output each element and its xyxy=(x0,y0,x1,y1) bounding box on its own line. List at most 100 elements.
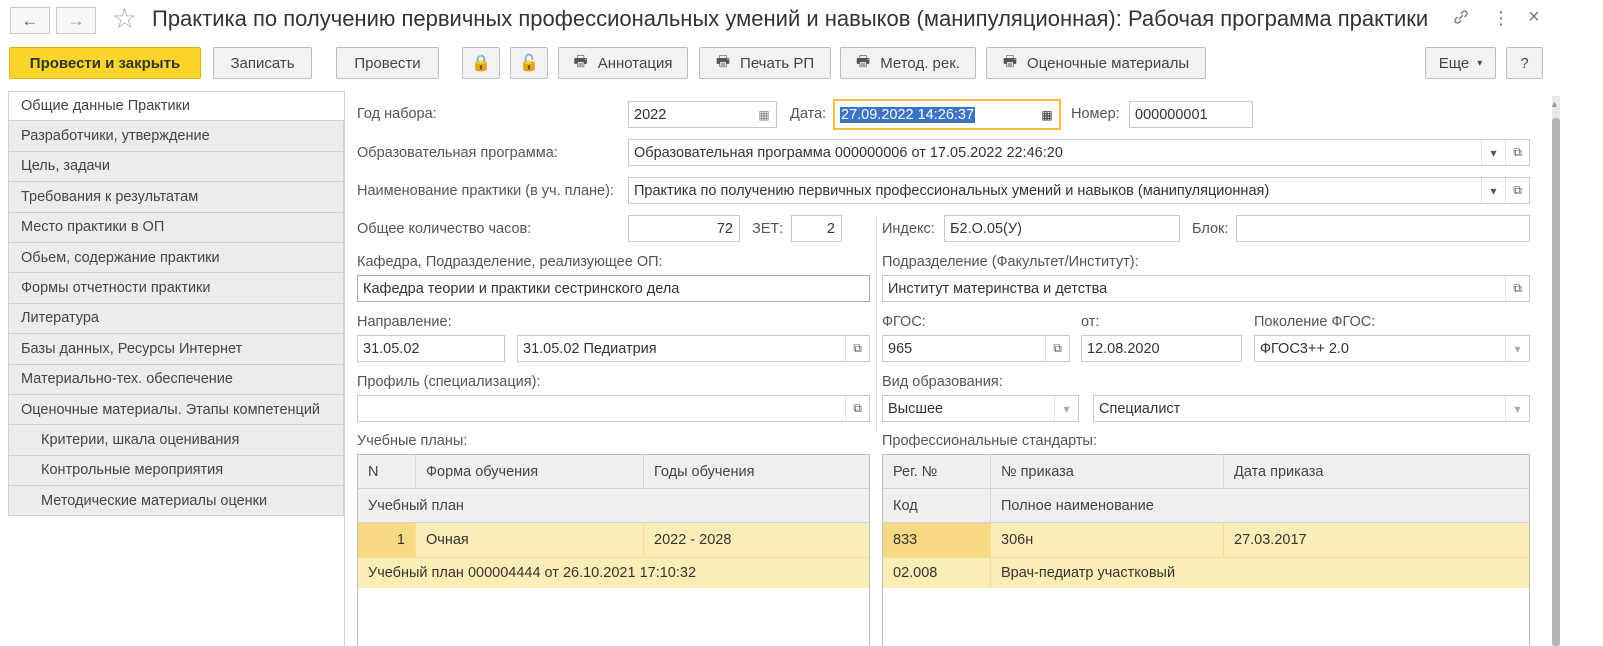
date-field[interactable]: 27.09.2022 14:26:37 ▦ xyxy=(833,99,1061,130)
sidebar-item-criteria[interactable]: Критерии, шкала оценивания xyxy=(8,425,344,456)
program-field[interactable]: Образовательная программа 000000006 от 1… xyxy=(628,139,1530,166)
sidebar-item-developers[interactable]: Разработчики, утверждение xyxy=(8,121,344,152)
assessment-materials-button[interactable]: 🖶 Оценочные материалы xyxy=(986,47,1206,79)
sidebar-item-control[interactable]: Контрольные мероприятия xyxy=(8,455,344,487)
direction-code-field[interactable]: 31.05.02 xyxy=(357,335,505,362)
year-label: Год набора: xyxy=(357,106,437,122)
zet-field[interactable]: 2 xyxy=(791,215,842,242)
close-icon[interactable]: × xyxy=(1528,6,1540,29)
chevron-down-icon[interactable]: ▾ xyxy=(1481,178,1505,203)
sidebar-item-volume[interactable]: Обьем, содержание практики xyxy=(8,242,344,274)
open-icon[interactable]: ⧉ xyxy=(1505,276,1529,301)
chevron-down-icon[interactable]: ▾ xyxy=(1505,396,1529,421)
direction-name-field[interactable]: 31.05.02 Педиатрия ⧉ xyxy=(517,335,870,362)
profile-field[interactable]: ⧉ xyxy=(357,395,870,422)
table-row[interactable]: 1 Очная 2022 - 2028 xyxy=(358,523,869,558)
edu-level-field[interactable]: Специалист ▾ xyxy=(1093,395,1530,422)
forward-button[interactable]: → xyxy=(56,7,96,34)
print-rp-label: Печать РП xyxy=(740,54,815,72)
column-header[interactable]: Годы обучения xyxy=(644,455,869,488)
division-field[interactable]: Институт материнства и детства ⧉ xyxy=(882,275,1530,302)
lock-button[interactable]: 🔒 xyxy=(462,47,500,79)
open-icon[interactable]: ⧉ xyxy=(1505,140,1529,165)
sidebar-item-reporting[interactable]: Формы отчетности практики xyxy=(8,273,344,304)
table-row[interactable]: 02.008 Врач-педиатр участковый xyxy=(883,558,1529,588)
number-field[interactable]: 000000001 xyxy=(1129,101,1253,128)
table-cell: 27.03.2017 xyxy=(1234,532,1307,548)
calendar-icon[interactable]: ▦ xyxy=(1035,101,1059,128)
more-label: Еще xyxy=(1438,54,1470,72)
hours-field[interactable]: 72 xyxy=(628,215,740,242)
fgos-field[interactable]: 965 ⧉ xyxy=(882,335,1070,362)
favorite-star-icon[interactable]: ☆ xyxy=(112,2,137,35)
more-button[interactable]: Еще ▾ xyxy=(1425,47,1496,79)
direction-label: Направление: xyxy=(357,314,452,330)
sidebar: Общие данные Практики Разработчики, утве… xyxy=(8,91,344,517)
post-button[interactable]: Провести xyxy=(336,47,439,79)
save-button[interactable]: Записать xyxy=(213,47,312,79)
sidebar-item-requirements[interactable]: Требования к результатам xyxy=(8,182,344,213)
year-field[interactable]: 2022 ▦ xyxy=(628,101,777,128)
column-header[interactable]: Дата приказа xyxy=(1224,455,1529,488)
column-header[interactable]: Рег. № xyxy=(883,455,991,488)
column-separator xyxy=(876,216,877,431)
open-icon[interactable]: ⧉ xyxy=(845,396,869,421)
help-button[interactable]: ? xyxy=(1506,47,1543,79)
table-cell: 1 xyxy=(358,523,416,557)
fgos-gen-field[interactable]: ФГОС3++ 2.0 ▾ xyxy=(1254,335,1530,362)
fgos-gen-value: ФГОС3++ 2.0 xyxy=(1260,340,1349,357)
printer-icon: 🖶 xyxy=(573,52,588,70)
table-header: Рег. № № приказа Дата приказа xyxy=(883,455,1529,489)
sidebar-item-literature[interactable]: Литература xyxy=(8,303,344,335)
dept-field[interactable]: Кафедра теории и практики сестринского д… xyxy=(357,275,870,302)
study-plans-table[interactable]: N Форма обучения Годы обучения Учебный п… xyxy=(357,454,870,646)
sidebar-item-method-materials[interactable]: Методические материалы оценки xyxy=(8,486,344,517)
edu-level-value: Специалист xyxy=(1099,400,1181,417)
window-title: Практика по получению первичных професси… xyxy=(152,6,1429,31)
open-icon[interactable]: ⧉ xyxy=(1505,178,1529,203)
post-and-close-button[interactable]: Провести и закрыть xyxy=(9,47,201,79)
open-icon[interactable]: ⧉ xyxy=(1045,336,1069,361)
table-row[interactable]: Учебный план 000004444 от 26.10.2021 17:… xyxy=(358,558,869,588)
vertical-scrollbar[interactable] xyxy=(1552,96,1560,646)
open-icon[interactable]: ⧉ xyxy=(845,336,869,361)
table-subheader: Учебный план xyxy=(358,489,869,523)
prof-standards-table[interactable]: Рег. № № приказа Дата приказа Код Полное… xyxy=(882,454,1530,646)
sidebar-item-databases[interactable]: Базы данных, Ресурсы Интернет xyxy=(8,334,344,365)
more-vertical-icon[interactable]: ⋮ xyxy=(1492,8,1510,29)
table-row[interactable]: 833 306н 27.03.2017 xyxy=(883,523,1529,558)
chevron-down-icon[interactable]: ▾ xyxy=(1481,140,1505,165)
index-field[interactable]: Б2.О.05(У) xyxy=(944,215,1180,242)
from-field[interactable]: 12.08.2020 xyxy=(1081,335,1242,362)
sidebar-item-assessment[interactable]: Оценочные материалы. Этапы компетенций xyxy=(8,394,344,426)
column-header[interactable]: Учебный план xyxy=(358,489,869,522)
scrollbar-thumb[interactable] xyxy=(1552,118,1560,646)
sidebar-item-goals[interactable]: Цель, задачи xyxy=(8,151,344,183)
number-label: Номер: xyxy=(1071,106,1120,122)
chevron-down-icon[interactable]: ▾ xyxy=(1505,336,1529,361)
column-header[interactable]: N xyxy=(358,455,416,488)
scroll-up-icon[interactable]: ▲ xyxy=(1550,99,1559,109)
sidebar-item-general[interactable]: Общие данные Практики xyxy=(8,91,344,122)
table-subheader: Код Полное наименование xyxy=(883,489,1529,523)
sidebar-item-equipment[interactable]: Материально-тех. обеспечение xyxy=(8,364,344,395)
column-header[interactable]: Полное наименование xyxy=(991,489,1529,522)
sidebar-item-place[interactable]: Место практики в ОП xyxy=(8,212,344,243)
table-cell: 2022 - 2028 xyxy=(654,532,732,548)
edu-type-field[interactable]: Высшее ▾ xyxy=(882,395,1079,422)
annotation-button[interactable]: 🖶 Аннотация xyxy=(558,47,688,79)
column-header[interactable]: № приказа xyxy=(991,455,1224,488)
lock-icon: 🔒 xyxy=(471,55,491,72)
method-rec-button[interactable]: 🖶 Метод. рек. xyxy=(840,47,976,79)
calendar-icon[interactable]: ▦ xyxy=(752,102,776,127)
column-header[interactable]: Код xyxy=(883,489,991,522)
block-field[interactable] xyxy=(1236,215,1530,242)
back-button[interactable]: ← xyxy=(10,7,50,34)
link-icon[interactable] xyxy=(1452,8,1470,31)
column-header[interactable]: Форма обучения xyxy=(416,455,644,488)
year-value: 2022 xyxy=(634,106,667,123)
practice-name-field[interactable]: Практика по получению первичных професси… xyxy=(628,177,1530,204)
unlock-button[interactable]: 🔓 xyxy=(510,47,548,79)
print-rp-button[interactable]: 🖶 Печать РП xyxy=(699,47,831,79)
chevron-down-icon[interactable]: ▾ xyxy=(1054,396,1078,421)
